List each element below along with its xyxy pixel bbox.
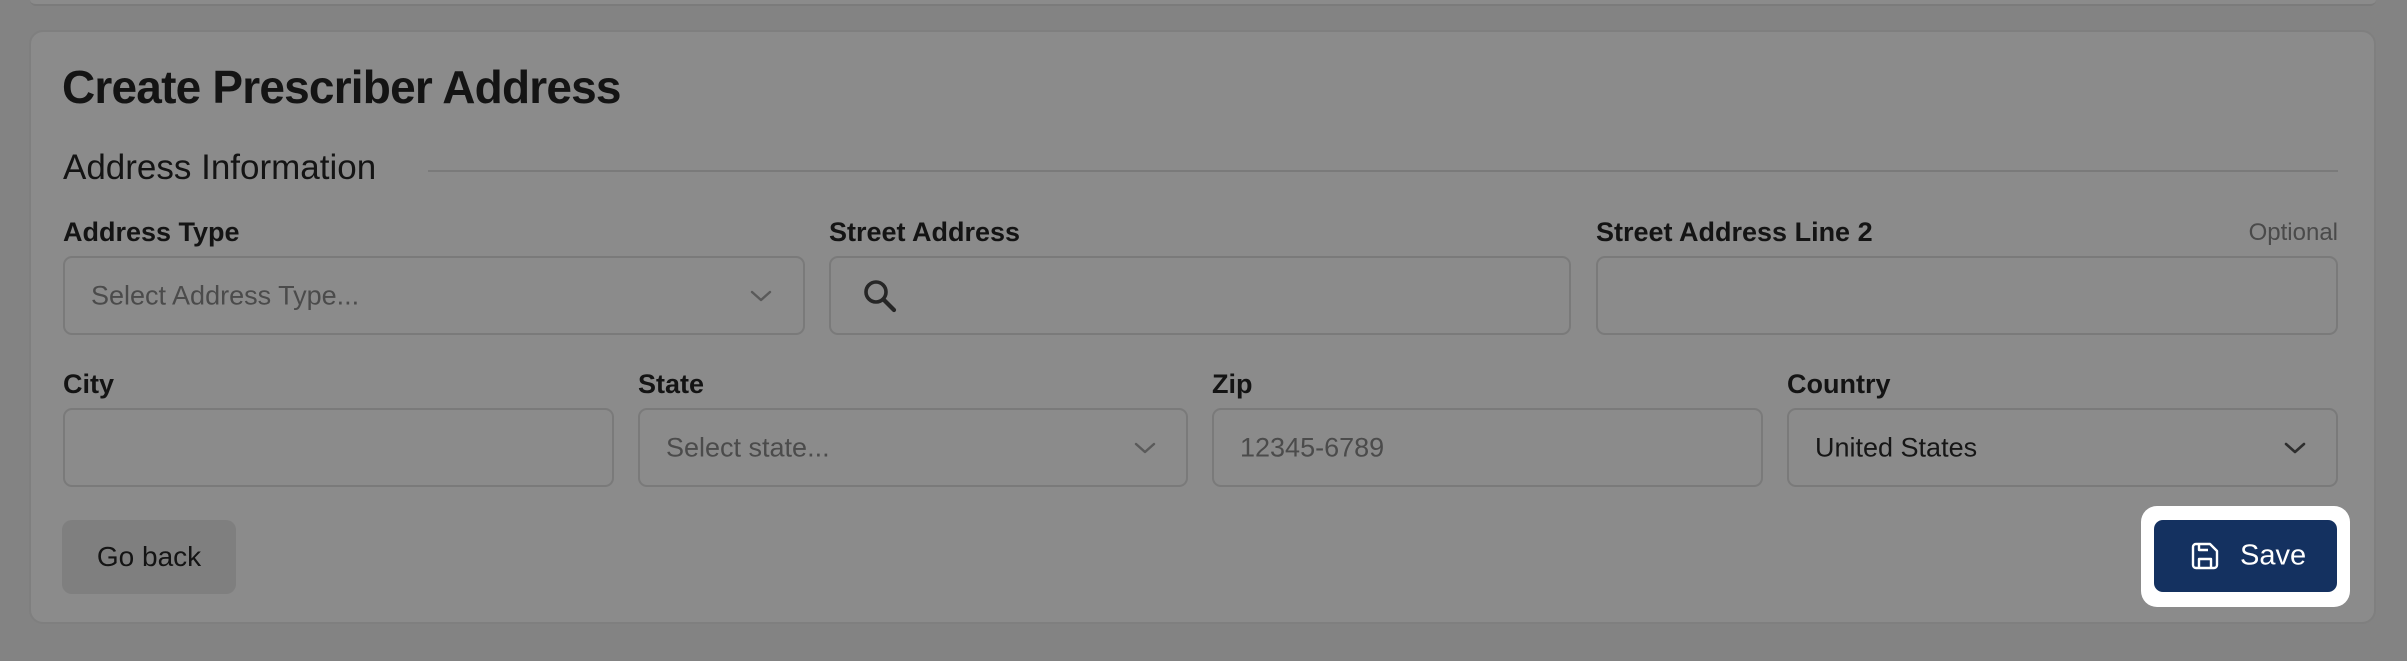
- section-divider: [428, 170, 2338, 172]
- save-label: Save: [2240, 539, 2307, 572]
- save-button[interactable]: Save: [2154, 520, 2337, 592]
- previous-card-edge: [30, 0, 2376, 6]
- street-address-2-label: Street Address Line 2: [1596, 217, 1873, 247]
- country-value: United States: [1815, 432, 1978, 462]
- page-title: Create Prescriber Address: [62, 61, 622, 113]
- state-select[interactable]: Select state...: [638, 408, 1188, 487]
- zip-input[interactable]: 12345-6789: [1212, 408, 1763, 487]
- zip-label: Zip: [1212, 369, 1253, 399]
- chevron-down-icon: [1134, 442, 1156, 453]
- country-label: Country: [1787, 369, 1891, 399]
- street-address-label: Street Address: [829, 217, 1021, 247]
- search-icon: [864, 279, 897, 312]
- state-label: State: [638, 369, 705, 399]
- section-title: Address Information: [63, 148, 377, 187]
- go-back-button[interactable]: Go back: [62, 520, 236, 594]
- state-placeholder: Select state...: [666, 432, 830, 462]
- city-label: City: [63, 369, 115, 399]
- chevron-down-icon: [2284, 442, 2306, 453]
- zip-placeholder: 12345-6789: [1240, 432, 1385, 462]
- chevron-down-icon: [750, 290, 772, 301]
- go-back-label: Go back: [96, 541, 202, 572]
- street-address-input[interactable]: [829, 256, 1571, 335]
- address-type-label: Address Type: [63, 217, 240, 247]
- country-select[interactable]: United States: [1787, 408, 2338, 487]
- street-address-2-input[interactable]: [1596, 256, 2338, 335]
- address-type-placeholder: Select Address Type...: [91, 280, 360, 310]
- optional-badge: Optional: [2248, 219, 2338, 246]
- save-icon: [2191, 542, 2219, 570]
- city-input[interactable]: [63, 408, 614, 487]
- address-type-select[interactable]: Select Address Type...: [63, 256, 805, 335]
